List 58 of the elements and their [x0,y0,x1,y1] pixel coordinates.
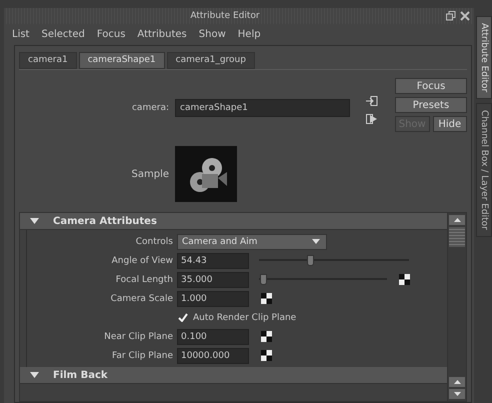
section-title: Film Back [53,370,108,380]
presets-button[interactable]: Presets [395,97,467,113]
map-button-icon[interactable] [399,274,410,285]
section-header[interactable]: Film Back [20,367,447,384]
up-arrow-icon [454,218,460,222]
section-header[interactable]: Camera Attributes [20,213,447,230]
value-field[interactable]: 0.100 [177,328,249,344]
slider-thumb[interactable] [260,274,267,285]
node-tab[interactable]: camera1 [19,52,77,69]
caret-icon [312,239,320,244]
node-label: camera: [130,103,170,113]
side-tab[interactable]: Attribute Editor [476,16,492,100]
value-field[interactable]: 35.000 [177,272,249,288]
menu-item[interactable]: Focus [96,29,126,40]
slider-thumb[interactable] [307,255,314,266]
attribute-label: Focal Length [114,274,173,284]
map-button-icon[interactable] [261,331,272,342]
up-arrow-icon [454,380,460,384]
section-title: Camera Attributes [53,216,157,226]
float-window-icon[interactable] [446,11,456,21]
focus-button[interactable]: Focus [395,78,467,94]
checkbox-label: Auto Render Clip Plane [193,312,296,322]
menu-item[interactable]: Help [238,29,261,40]
attribute-label: Far Clip Plane [111,350,173,360]
expand-arrow-icon[interactable] [30,372,39,378]
attribute-label: Near Clip Plane [103,332,173,342]
close-icon[interactable] [460,11,470,21]
hide-button[interactable]: Hide [432,116,467,132]
checkbox[interactable] [177,312,189,324]
expand-arrow-icon[interactable] [30,218,39,224]
down-arrow-icon [454,392,460,396]
value-field[interactable]: 1.000 [177,290,249,306]
menu-item[interactable]: Selected [41,29,85,40]
window-title: Attribute Editor [189,11,261,21]
map-button-icon[interactable] [261,293,272,304]
attribute-label: Camera Scale [110,294,173,304]
scrollbar[interactable] [447,213,466,401]
output-connection-icon[interactable] [366,114,378,124]
map-button-icon[interactable] [261,350,272,361]
node-tab[interactable]: camera1_group [166,52,255,69]
attribute-label: Controls [134,236,173,246]
scroll-up-button[interactable] [449,215,465,225]
scroll-thumb[interactable] [449,227,465,247]
camera-swatch-icon [175,146,237,202]
menu-item[interactable]: Attributes [137,29,187,40]
value-field[interactable]: 10000.000 [177,348,249,364]
node-name-field[interactable]: cameraShape1 [175,99,350,117]
controls-dropdown[interactable]: Camera and Aim [177,234,327,250]
side-tab[interactable]: Channel Box / Layer Editor [476,103,492,238]
scroll-up-button[interactable] [449,377,465,387]
scroll-down-button[interactable] [449,389,465,399]
sample-label: Sample [130,168,170,180]
value-field[interactable]: 54.43 [177,252,249,268]
node-tab[interactable]: cameraShape1 [78,52,165,69]
attribute-label: Angle of View [110,256,173,266]
input-connection-icon[interactable] [366,96,378,106]
menu-item[interactable]: Show [198,29,226,40]
menu-item[interactable]: List [12,29,30,40]
